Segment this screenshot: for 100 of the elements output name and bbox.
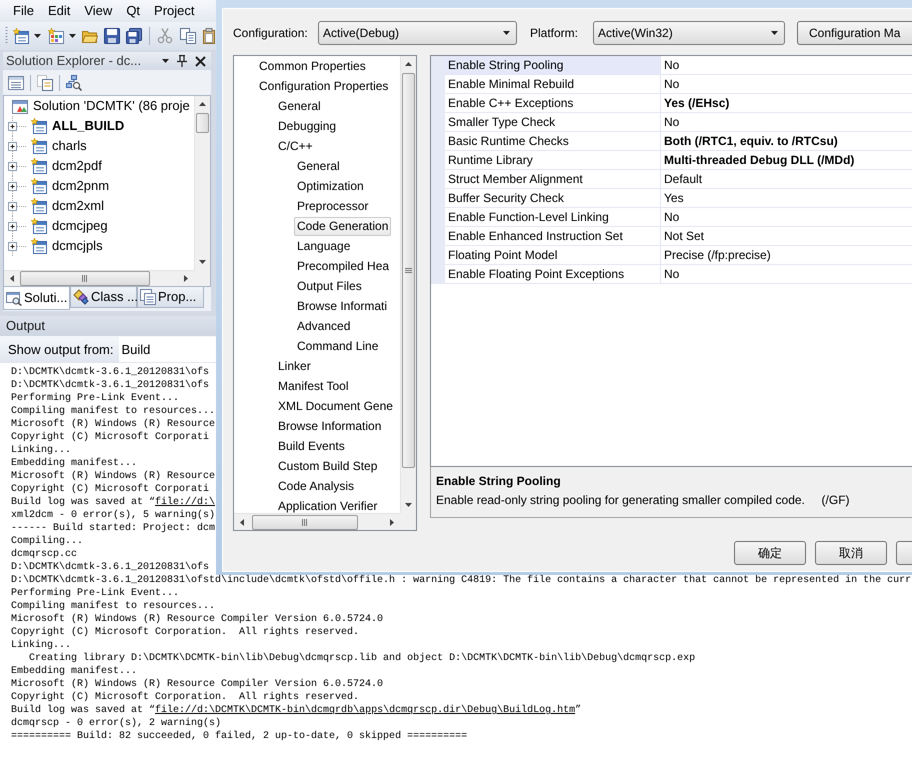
tree-item[interactable]: dcmcjpeg xyxy=(52,218,108,234)
tree-item[interactable]: Manifest Tool xyxy=(275,376,352,396)
tree-item[interactable]: General xyxy=(275,96,324,116)
output-line: D:\DCMTK\dcmtk-3.6.1_20120831\ofs xyxy=(11,379,210,392)
property-name[interactable]: Enable String Pooling xyxy=(445,56,660,74)
tree-item[interactable]: Browse Informati xyxy=(294,296,390,316)
panel-title: Solution Explorer - dc... xyxy=(6,53,142,69)
scroll-left-icon[interactable] xyxy=(10,275,14,282)
pin-icon[interactable] xyxy=(177,55,187,67)
tree-item[interactable]: C/C++ xyxy=(275,136,316,156)
scroll-left-icon[interactable] xyxy=(240,518,244,526)
menu-item[interactable]: Project xyxy=(147,1,202,21)
output-source-dropdown[interactable]: Build xyxy=(118,337,216,362)
project-icon xyxy=(31,218,47,234)
horizontal-scrollbar[interactable] xyxy=(234,513,400,530)
project-icon xyxy=(31,238,47,254)
property-value[interactable]: Both (/RTC1, equiv. to /RTCsu) xyxy=(661,132,912,150)
tree-item[interactable]: Advanced xyxy=(294,316,354,336)
tree-item[interactable]: Output Files xyxy=(294,276,365,296)
scrollbar-thumb[interactable] xyxy=(20,271,150,286)
file-link[interactable]: file://d:\ xyxy=(155,497,216,508)
dropdown-caret-icon[interactable] xyxy=(69,34,76,38)
scroll-down-icon[interactable] xyxy=(405,503,412,507)
solution-name[interactable]: Solution 'DCMTK' (86 proje xyxy=(33,98,190,114)
output-title: Output xyxy=(6,318,46,334)
dropdown-caret-icon[interactable] xyxy=(162,59,169,63)
new-project-icon[interactable] xyxy=(13,28,29,44)
tree-item[interactable]: XML Document Gene xyxy=(275,396,396,416)
property-value[interactable]: No xyxy=(661,56,912,74)
scroll-right-icon[interactable] xyxy=(390,518,394,526)
tree-item[interactable]: Application Verifier xyxy=(275,496,380,513)
scroll-up-icon[interactable] xyxy=(199,102,206,106)
panel-tab[interactable]: Soluti... xyxy=(3,287,70,310)
configuration-dropdown[interactable]: Active(Debug) xyxy=(318,21,517,45)
property-value[interactable]: Not Set xyxy=(661,227,912,245)
scrollbar-thumb[interactable] xyxy=(196,113,209,133)
save-all-icon[interactable] xyxy=(126,28,142,44)
scrollbar-thumb[interactable] xyxy=(402,73,415,468)
scrollbar-thumb[interactable] xyxy=(252,514,358,530)
menu-item[interactable]: View xyxy=(77,1,120,21)
vertical-scrollbar[interactable] xyxy=(194,96,210,270)
panel-tab[interactable]: Class ... xyxy=(70,287,137,308)
tree-item[interactable]: Custom Build Step xyxy=(275,456,380,476)
file-link[interactable]: file://d:\DCMTK\DCMTK-bin\dcmqrdb\apps\dcmqrscp.dir\Debug\BuildLog.htm xyxy=(155,705,576,716)
scroll-down-icon[interactable] xyxy=(199,260,206,264)
property-value[interactable]: No xyxy=(661,75,912,93)
property-value[interactable]: No xyxy=(661,208,912,226)
tree-item[interactable]: Debugging xyxy=(275,116,340,136)
tree-item[interactable]: General xyxy=(294,156,343,176)
tree-item[interactable]: Optimization xyxy=(294,176,367,196)
menu-item[interactable]: Qt xyxy=(119,1,148,21)
grip-icon xyxy=(405,268,412,274)
property-value[interactable]: Default xyxy=(661,170,912,188)
tree-item[interactable]: dcm2pnm xyxy=(52,178,110,194)
configuration-manager-button[interactable]: Configuration Ma xyxy=(797,21,912,45)
grip-icon xyxy=(82,275,88,282)
property-value[interactable]: Yes xyxy=(661,189,912,207)
property-value[interactable]: Multi-threaded Debug DLL (/MDd) xyxy=(661,151,912,169)
add-item-icon[interactable] xyxy=(48,28,64,44)
tree-item[interactable]: charls xyxy=(52,138,87,154)
platform-dropdown[interactable]: Active(Win32) xyxy=(593,21,785,45)
horizontal-scrollbar[interactable] xyxy=(4,270,194,286)
tree-item[interactable]: dcmcjpls xyxy=(52,238,103,254)
property-value[interactable]: No xyxy=(661,265,912,283)
open-folder-icon[interactable] xyxy=(82,28,98,44)
paste-icon[interactable] xyxy=(203,28,215,44)
dropdown-caret-icon[interactable] xyxy=(34,34,41,38)
properties-icon[interactable] xyxy=(8,74,24,90)
tree-item[interactable]: dcm2xml xyxy=(52,198,104,214)
menu-item[interactable]: File xyxy=(6,1,41,21)
dialog-button[interactable]: 取消 xyxy=(815,541,887,565)
tree-item[interactable]: dcm2pdf xyxy=(52,158,102,174)
output-line: D:\DCMTK\dcmtk-3.6.1_20120831\ofs xyxy=(11,366,210,379)
show-all-files-icon[interactable] xyxy=(37,74,53,90)
copy-icon[interactable] xyxy=(180,28,196,44)
tree-item[interactable]: Language xyxy=(294,236,354,256)
close-icon[interactable] xyxy=(195,56,206,66)
tree-item[interactable]: Precompiled Hea xyxy=(294,256,392,276)
partial-button[interactable] xyxy=(896,541,912,565)
property-value[interactable]: No xyxy=(661,113,912,131)
tree-item[interactable]: Build Events xyxy=(275,436,348,456)
scroll-right-icon[interactable] xyxy=(184,275,188,282)
tree-item[interactable]: ALL_BUILD xyxy=(52,118,124,134)
property-value[interactable]: Yes (/EHsc) xyxy=(661,94,912,112)
tree-item[interactable]: Linker xyxy=(275,356,314,376)
menu-item[interactable]: Edit xyxy=(40,1,78,21)
tree-item[interactable]: Code Generation xyxy=(294,216,392,236)
class-diagram-icon[interactable] xyxy=(66,74,82,90)
tree-item[interactable]: Code Analysis xyxy=(275,476,358,496)
tree-item[interactable]: Browse Information xyxy=(275,416,384,436)
tree-item[interactable]: Common Properties xyxy=(256,56,369,76)
panel-tab[interactable]: Prop... xyxy=(137,287,204,308)
vertical-scrollbar[interactable] xyxy=(400,56,416,513)
save-icon[interactable] xyxy=(104,28,120,44)
property-value[interactable]: Precise (/fp:precise) xyxy=(661,246,912,264)
scroll-up-icon[interactable] xyxy=(405,62,412,66)
dialog-button[interactable]: 确定 xyxy=(734,541,806,565)
tree-item[interactable]: Command Line xyxy=(294,336,382,356)
tree-item[interactable]: Preprocessor xyxy=(294,196,372,216)
tree-item[interactable]: Configuration Properties xyxy=(256,76,392,96)
